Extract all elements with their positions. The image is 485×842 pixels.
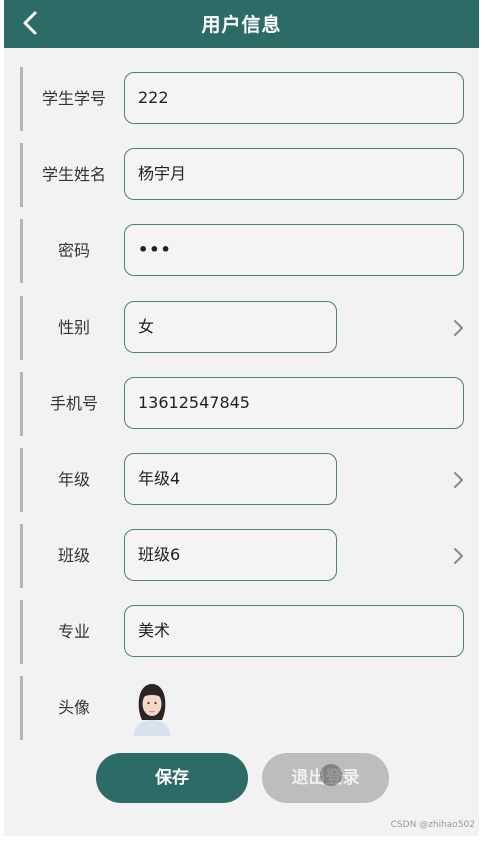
student-name-input[interactable]: 杨宇月 [124,148,464,200]
top-bar: 用户信息 [4,0,479,48]
avatar[interactable] [128,680,176,736]
watermark: CSDN @zhihao502 [390,820,475,830]
grade-select[interactable]: 年级4 [124,453,337,505]
avatar-label: 头像 [57,698,90,717]
chevron-right-icon[interactable] [452,318,466,338]
row-divider [20,143,23,207]
form-row-student-id: 学生学号 222 [20,67,476,131]
student-id-label: 学生学号 [41,89,106,108]
page-title: 用户信息 [201,14,282,36]
form-row-student-name: 学生姓名 杨宇月 [20,143,476,207]
password-label: 密码 [57,241,90,260]
gender-select[interactable]: 女 [124,301,337,353]
phone-input[interactable]: 13612547845 [124,377,464,429]
touch-cursor-indicator [320,764,342,786]
form-row-class: 班级 班级6 [20,524,476,588]
student-name-label: 学生姓名 [41,165,106,184]
form-row-password: 密码 ••• [20,219,476,283]
row-divider [20,676,23,740]
major-label: 专业 [57,622,90,641]
phone-label: 手机号 [49,394,98,413]
row-divider [20,219,23,283]
password-input[interactable]: ••• [124,224,464,276]
row-divider [20,67,23,131]
form-row-phone: 手机号 13612547845 [20,372,476,436]
major-input[interactable]: 美术 [124,605,464,657]
form-row-avatar: 头像 [20,676,476,740]
chevron-right-icon[interactable] [452,470,466,490]
row-divider [20,600,23,664]
save-button[interactable]: 保存 [96,753,248,803]
row-divider [20,524,23,588]
form-row-major: 专业 美术 [20,600,476,664]
row-divider [20,372,23,436]
class-select[interactable]: 班级6 [124,529,337,581]
row-divider [20,448,23,512]
chevron-right-icon[interactable] [452,546,466,566]
form-row-gender: 性别 女 [20,296,476,360]
gender-label: 性别 [57,318,90,337]
form-row-grade: 年级 年级4 [20,448,476,512]
grade-label: 年级 [57,470,90,489]
class-label: 班级 [57,546,90,565]
app-frame: 用户信息 学生学号 222 学生姓名 杨宇月 密码 ••• 性别 女 手机号 1… [4,0,479,836]
row-divider [20,296,23,360]
student-id-input[interactable]: 222 [124,72,464,124]
